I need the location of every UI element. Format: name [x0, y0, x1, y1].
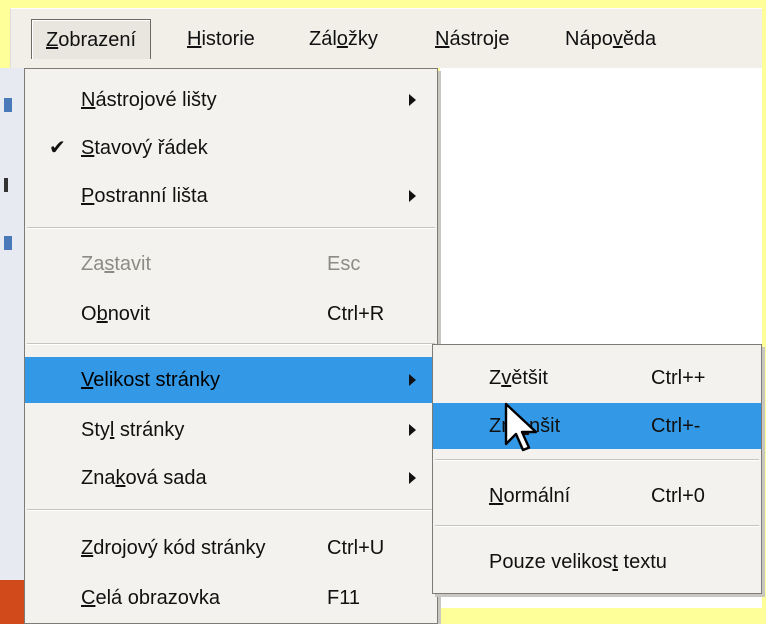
menu-item-label: Nástrojové lišty [81, 89, 217, 111]
menu-item-label: Zdrojový kód stránky [81, 537, 266, 559]
menu-item-label: Celá obrazovka [81, 587, 220, 609]
menu-item-label: Znaková sada [81, 467, 207, 489]
page-fragment [4, 236, 12, 250]
menu-separator [27, 343, 435, 345]
menu-item-shortcut: F11 [327, 587, 360, 609]
menu-separator [27, 509, 435, 511]
menu-bar: Zobrazení Historie Záložky Nástroje Nápo… [10, 8, 762, 68]
submenu-arrow-icon [409, 190, 416, 202]
menu-item-shortcut: Ctrl+- [651, 415, 701, 437]
page-size-submenu: Zvětšit Ctrl++ Zmenšit Ctrl+- Normální C… [432, 344, 762, 594]
arrow-pointer-icon [504, 402, 538, 452]
submenu-arrow-icon [409, 374, 416, 386]
menu-item-shortcut: Esc [327, 253, 361, 275]
menu-item-shortcut: Ctrl+0 [651, 485, 705, 507]
checkmark-icon: ✔ [49, 137, 66, 159]
menu-item-label: Styl stránky [81, 419, 185, 441]
submenu-item-zoom-out[interactable]: Zmenšit Ctrl+- [433, 403, 761, 449]
menu-item-label: Postranní lišta [81, 185, 208, 207]
menu-item-status-bar[interactable]: ✔ Stavový řádek [25, 125, 437, 171]
menu-item-label: Normální [489, 485, 571, 507]
menu-item-full-screen[interactable]: Celá obrazovka F11 [25, 575, 437, 621]
page-fragment [4, 178, 8, 192]
submenu-arrow-icon [409, 424, 416, 436]
submenu-arrow-icon [409, 472, 416, 484]
menu-item-label: Stavový řádek [81, 137, 208, 159]
menu-item-character-encoding[interactable]: Znaková sada [25, 455, 437, 501]
submenu-item-zoom-text-only[interactable]: Pouze velikost textu [433, 539, 761, 585]
menu-item-stop[interactable]: Zastavit Esc [25, 241, 437, 287]
menu-item-toolbars[interactable]: Nástrojové lišty [25, 77, 437, 123]
menu-item-page-size[interactable]: Velikost stránky [25, 357, 437, 403]
menu-item-shortcut: Ctrl++ [651, 367, 706, 389]
menu-nastroje[interactable]: Nástroje [421, 19, 523, 59]
menu-item-label: Zastavit [81, 253, 152, 275]
menu-separator [27, 227, 435, 229]
menu-separator [435, 459, 759, 461]
menu-item-label: Zvětšit [489, 367, 548, 389]
view-dropdown-menu: Nástrojové lišty ✔ Stavový řádek Postran… [24, 68, 438, 624]
submenu-item-reset-zoom[interactable]: Normální Ctrl+0 [433, 473, 761, 519]
menu-item-shortcut: Ctrl+U [327, 537, 385, 559]
menu-zalozky[interactable]: Záložky [295, 19, 392, 59]
submenu-item-zoom-in[interactable]: Zvětšit Ctrl++ [433, 355, 761, 401]
menu-napoveda[interactable]: Nápověda [551, 19, 670, 59]
menu-historie[interactable]: Historie [173, 19, 269, 59]
submenu-arrow-icon [409, 94, 416, 106]
menu-item-page-style[interactable]: Styl stránky [25, 407, 437, 453]
menu-separator [435, 525, 759, 527]
menu-item-shortcut: Ctrl+R [327, 303, 385, 325]
page-fragment [4, 98, 12, 112]
menu-zobrazeni[interactable]: Zobrazení [31, 19, 152, 59]
menu-item-reload[interactable]: Obnovit Ctrl+R [25, 291, 437, 337]
menu-item-label: Obnovit [81, 303, 150, 325]
menu-item-label: Pouze velikost textu [489, 551, 667, 573]
menu-item-label: Velikost stránky [81, 369, 220, 391]
background-page-strip [0, 68, 24, 608]
menu-item-page-source[interactable]: Zdrojový kód stránky Ctrl+U [25, 525, 437, 571]
menu-item-sidebar[interactable]: Postranní lišta [25, 173, 437, 219]
